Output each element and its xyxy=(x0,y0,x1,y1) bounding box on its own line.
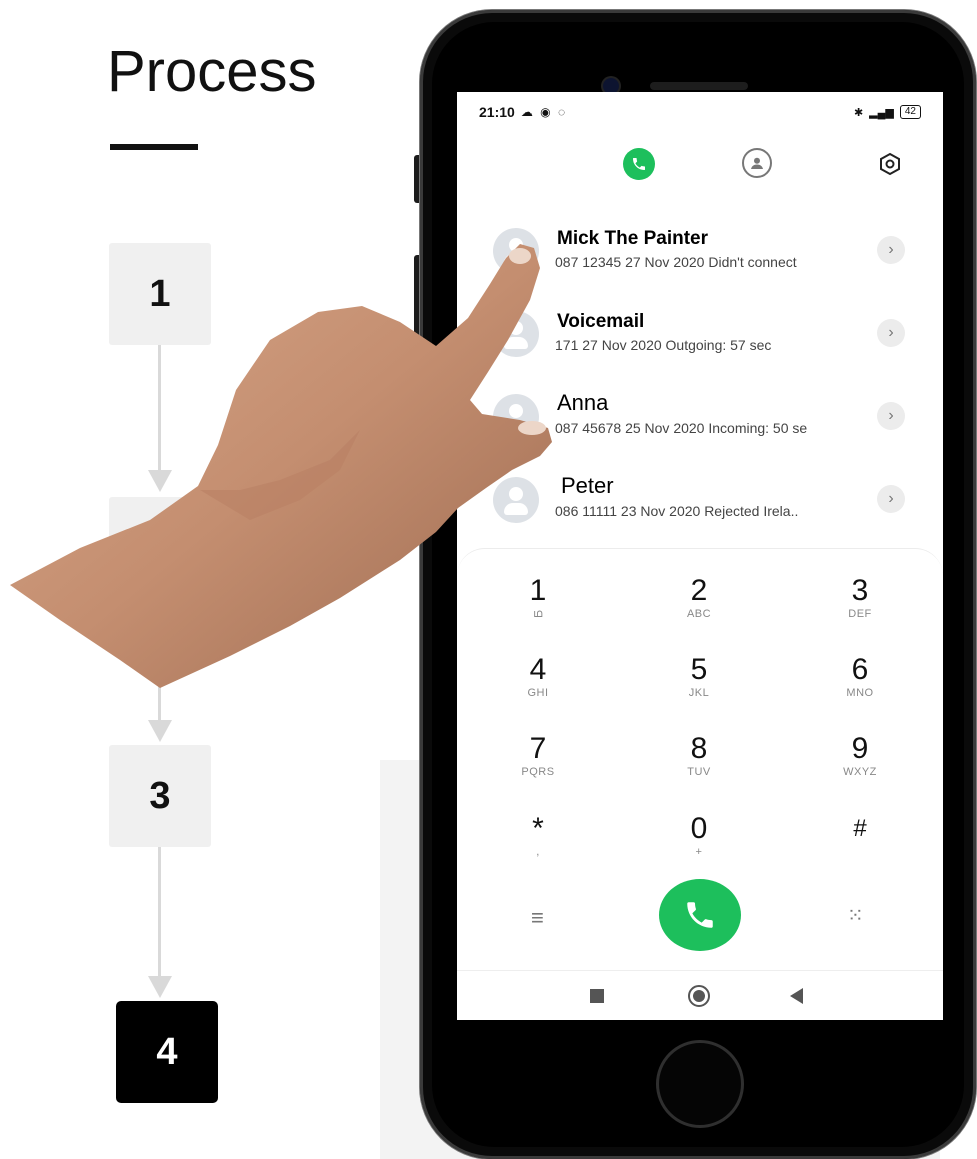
key-digit: 0 xyxy=(690,812,708,845)
call-log-row[interactable]: Anna 087 45678 25 Nov 2020 Incoming: 50 … xyxy=(457,380,943,460)
key-letters: GHI xyxy=(527,687,549,699)
key-letters: WXYZ xyxy=(843,766,877,778)
step-arrowhead xyxy=(148,976,172,998)
dialpad: 1 ഥ 2 ABC 3 DEF 4 GHI 5 JKL 6 MNO 7 PQRS… xyxy=(457,548,943,968)
key-digit: # xyxy=(853,815,867,842)
chrome-icon: ◉ xyxy=(540,105,553,119)
avatar xyxy=(493,477,539,523)
dial-key-3[interactable]: 3 DEF xyxy=(820,575,900,621)
back-triangle-icon[interactable] xyxy=(790,988,803,1004)
dial-key-1[interactable]: 1 ഥ xyxy=(498,575,578,621)
dial-key-5[interactable]: 5 JKL xyxy=(659,654,739,700)
call-log-row[interactable]: Voicemail 171 27 Nov 2020 Outgoing: 57 s… xyxy=(457,297,943,377)
step-arrowhead xyxy=(148,720,172,742)
dial-key-7[interactable]: 7 PQRS xyxy=(498,733,578,779)
signal-4g-icon: ▂▄▆ xyxy=(869,106,894,119)
top-tabs xyxy=(457,144,943,184)
battery-icon: 42 xyxy=(899,105,921,119)
tab-contacts[interactable] xyxy=(742,148,772,178)
key-letters: PQRS xyxy=(521,766,555,778)
avatar xyxy=(493,394,539,440)
contact-icon xyxy=(751,157,763,169)
dial-key-0[interactable]: 0 + xyxy=(659,813,739,859)
key-digit: 6 xyxy=(851,653,869,686)
tab-settings[interactable] xyxy=(874,148,906,180)
dial-actions: ≡ ⁙ xyxy=(457,879,943,959)
key-digit: 1 xyxy=(529,574,547,607)
call-log-row[interactable]: Mick The Painter 087 12345 27 Nov 2020 D… xyxy=(457,214,943,294)
key-letters: MNO xyxy=(846,687,874,699)
avatar xyxy=(493,228,539,274)
step-connector xyxy=(158,345,161,473)
step-arrowhead xyxy=(148,470,172,492)
call-name: Voicemail xyxy=(557,311,645,332)
key-letters: TUV xyxy=(687,766,711,778)
dial-key-9[interactable]: 9 WXYZ xyxy=(820,733,900,779)
status-left-icons: ☁ ◉ ◌ xyxy=(521,105,567,119)
key-digit: 9 xyxy=(851,732,869,765)
phone-screen: 21:10 ☁ ◉ ◌ ✱ ▂▄▆ 42 Mick The Painter 08… xyxy=(457,92,943,1020)
dial-key-4[interactable]: 4 GHI xyxy=(498,654,578,700)
settings-icon xyxy=(880,152,900,176)
status-right-icons: ✱ ▂▄▆ 42 xyxy=(854,105,921,119)
bluetooth-icon: ✱ xyxy=(853,106,864,119)
key-digit: 2 xyxy=(690,574,708,607)
key-digit: 3 xyxy=(851,574,869,607)
home-button[interactable] xyxy=(656,1040,744,1128)
chevron-right-icon[interactable]: › xyxy=(877,402,905,430)
key-digit: 4 xyxy=(529,653,547,686)
key-letters: JKL xyxy=(688,687,710,699)
call-log-row[interactable]: Peter 086 11111 23 Nov 2020 Rejected Ire… xyxy=(457,463,943,543)
step-connector xyxy=(158,599,161,721)
status-time: 21:10 xyxy=(479,104,515,120)
key-letters: ABC xyxy=(686,608,712,620)
phone-icon xyxy=(687,902,713,928)
messenger-icon: ◌ xyxy=(557,105,568,119)
avatar xyxy=(493,311,539,357)
slide-title: Process xyxy=(107,39,317,104)
call-detail: 087 12345 27 Nov 2020 Didn't connect xyxy=(555,254,797,270)
key-letters: DEF xyxy=(848,608,872,620)
key-digit: * xyxy=(532,812,544,845)
tab-calls[interactable] xyxy=(623,148,655,180)
cloud-icon: ☁ xyxy=(520,105,535,119)
dial-key-8[interactable]: 8 TUV xyxy=(659,733,739,779)
call-button[interactable] xyxy=(659,879,741,951)
earpiece-speaker xyxy=(650,82,748,90)
call-detail: 171 27 Nov 2020 Outgoing: 57 sec xyxy=(555,337,772,353)
call-name: Mick The Painter xyxy=(557,228,708,249)
key-digit: 8 xyxy=(690,732,708,765)
call-detail: 086 11111 23 Nov 2020 Rejected Irela.. xyxy=(555,503,799,519)
call-name: Anna xyxy=(557,390,609,415)
status-bar: 21:10 ☁ ◉ ◌ ✱ ▂▄▆ 42 xyxy=(457,92,943,132)
call-detail: 087 45678 25 Nov 2020 Incoming: 50 se xyxy=(555,420,808,436)
key-letters: + xyxy=(695,846,703,858)
step-3: 3 xyxy=(109,745,211,847)
key-digit: 5 xyxy=(690,653,708,686)
key-letters: , xyxy=(536,846,540,858)
dial-key-2[interactable]: 2 ABC xyxy=(659,575,739,621)
key-digit: 7 xyxy=(529,732,547,765)
dial-key-6[interactable]: 6 MNO xyxy=(820,654,900,700)
keypad-icon[interactable]: ⁙ xyxy=(847,903,864,928)
step-connector xyxy=(158,847,161,977)
dial-key-star[interactable]: * , xyxy=(498,813,578,859)
home-circle-icon[interactable] xyxy=(688,985,710,1007)
chevron-right-icon[interactable]: › xyxy=(877,485,905,513)
voicemail-icon: ഥ xyxy=(533,608,543,620)
android-nav-bar xyxy=(457,970,943,1020)
call-name: Peter xyxy=(561,473,614,498)
recents-square-icon[interactable] xyxy=(590,989,604,1003)
menu-icon[interactable]: ≡ xyxy=(531,905,553,931)
phone-icon xyxy=(633,158,645,170)
dial-key-hash[interactable]: # xyxy=(820,813,900,845)
title-underline xyxy=(110,144,198,150)
step-1: 1 xyxy=(109,243,211,345)
chevron-right-icon[interactable]: › xyxy=(877,236,905,264)
chevron-right-icon[interactable]: › xyxy=(877,319,905,347)
step-2: 2 xyxy=(109,497,211,599)
step-4-active: 4 xyxy=(116,1001,218,1103)
